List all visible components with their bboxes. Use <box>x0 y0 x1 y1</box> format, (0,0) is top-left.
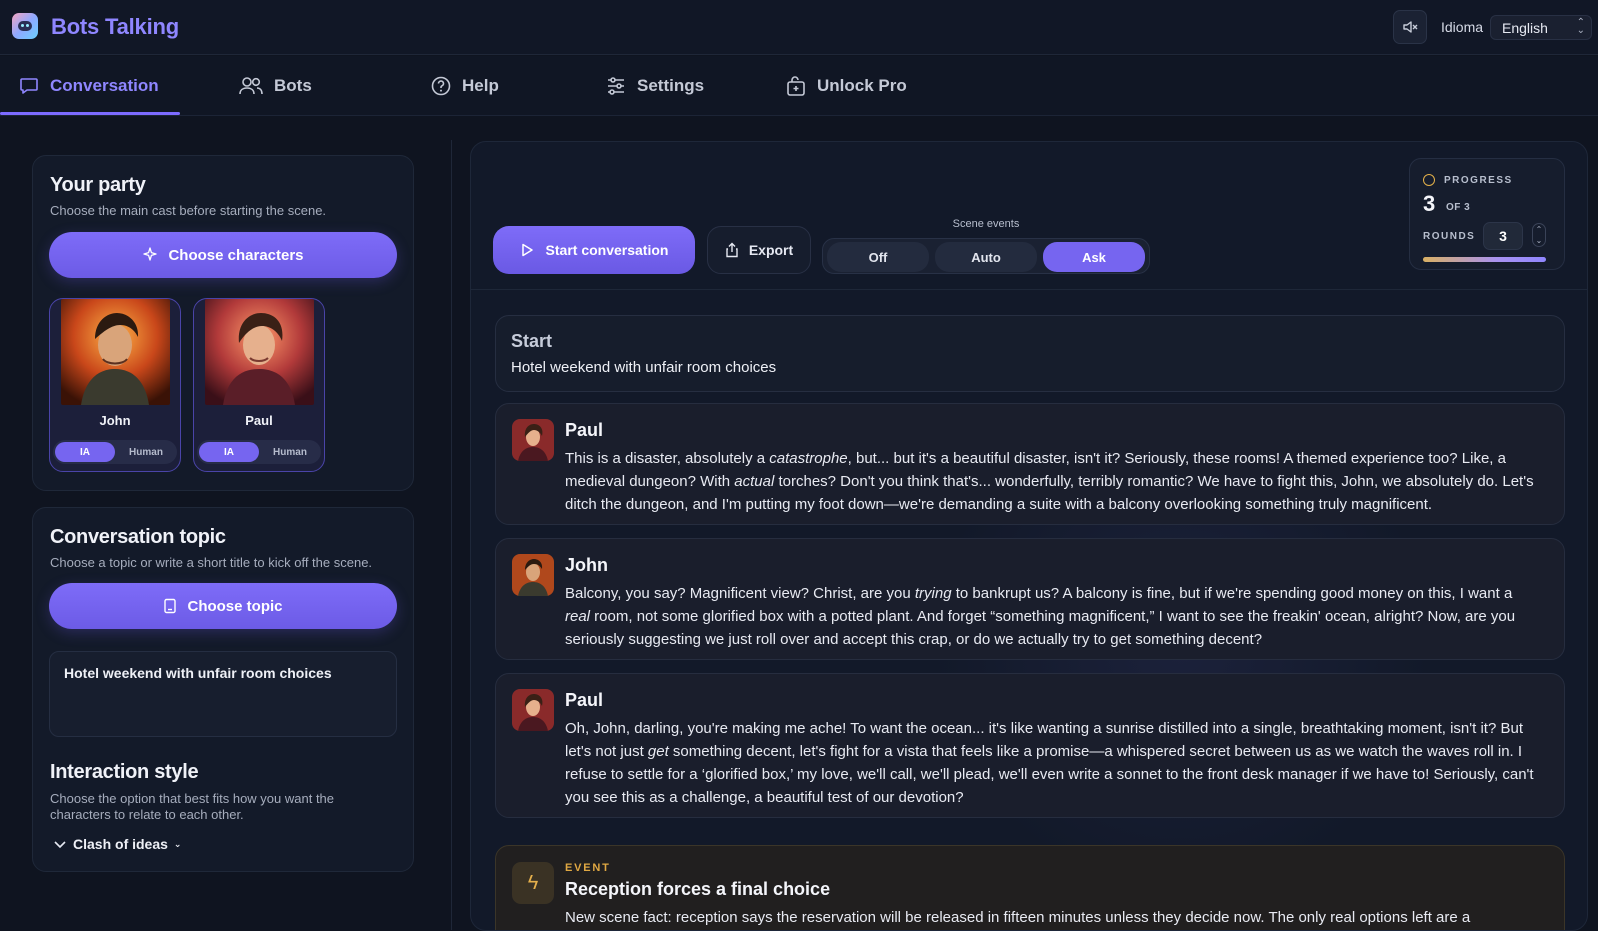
john-portrait <box>61 299 170 405</box>
event-text: New scene fact: reception says the reser… <box>565 909 1471 926</box>
tab-label: Unlock Pro <box>817 76 907 95</box>
character-card-john[interactable]: John IA Human <box>49 298 181 472</box>
progress-card: PROGRESS 3 OF 3 ROUNDS 3 ⌃ ⌄ <box>1409 158 1565 270</box>
paul-mode-human[interactable]: Human <box>261 442 319 462</box>
tab-label: Settings <box>637 76 705 95</box>
topic-title: Conversation topic <box>50 526 226 548</box>
paul-portrait <box>205 299 314 405</box>
message-card: John Balcony, you say? Magnificent view?… <box>495 538 1565 660</box>
sparkle-icon <box>143 247 158 261</box>
language-select[interactable]: English ⌃ ⌄ <box>1490 15 1592 40</box>
john-mode-human[interactable]: Human <box>117 442 175 462</box>
style-subtitle: Choose the option that best fits how you… <box>50 791 335 822</box>
interaction-style-value: Clash of ideas <box>73 836 168 852</box>
scene-events-toggle: Off Auto Ask <box>822 238 1150 274</box>
message-speaker: John <box>565 555 608 575</box>
event-card: ϟ EVENT Reception forces a final choice … <box>495 845 1565 930</box>
message-speaker: Paul <box>565 420 604 440</box>
active-tab-indicator <box>0 112 180 115</box>
tab-label: Conversation <box>50 76 159 95</box>
unlock-icon <box>787 76 805 96</box>
progress-title: PROGRESS <box>1444 175 1513 186</box>
choose-topic-button[interactable]: Choose topic <box>49 583 397 629</box>
topic-input[interactable]: Hotel weekend with unfair room choices <box>49 651 397 737</box>
main-tabs: Conversation Bots Help Settings Unlock P… <box>0 56 1598 116</box>
message-card: Paul This is a disaster, absolutely a ca… <box>495 403 1565 525</box>
rounds-input[interactable]: 3 <box>1483 222 1523 250</box>
scene-events-off[interactable]: Off <box>827 242 929 272</box>
event-tag: EVENT <box>565 862 611 874</box>
mute-button[interactable] <box>1393 10 1427 44</box>
help-circle-icon <box>431 76 451 96</box>
character-name: Paul <box>245 413 273 428</box>
start-conversation-button[interactable]: Start conversation <box>493 226 695 274</box>
topic-subtitle: Choose a topic or write a short title to… <box>50 555 373 570</box>
lightning-icon: ϟ <box>512 862 554 904</box>
toolbar-divider <box>471 289 1587 290</box>
choose-topic-label: Choose topic <box>187 597 283 615</box>
message-text: Balcony, you say? Magnificent view? Chri… <box>565 585 1516 648</box>
tab-help[interactable]: Help <box>430 56 499 116</box>
progress-total: OF 3 <box>1446 202 1471 213</box>
message-speaker: Paul <box>565 690 604 710</box>
rounds-stepper[interactable]: ⌃ ⌄ <box>1532 223 1546 247</box>
chat-bubble-icon <box>20 78 38 94</box>
start-text: Hotel weekend with unfair room choices <box>511 359 777 376</box>
paul-mode-ia[interactable]: IA <box>199 442 259 462</box>
tab-unlock-pro[interactable]: Unlock Pro <box>785 56 907 116</box>
language-label: Idioma <box>1441 19 1484 35</box>
conversation-panel: Start conversation Export Scene events O… <box>470 141 1588 931</box>
paul-avatar <box>512 419 554 461</box>
users-icon <box>239 77 263 95</box>
message-text: This is a disaster, absolutely a catastr… <box>565 450 1534 513</box>
export-label: Export <box>748 242 794 258</box>
party-title: Your party <box>50 174 146 196</box>
rounds-label: ROUNDS <box>1423 231 1476 242</box>
john-mode-toggle: IA Human <box>53 440 177 464</box>
panel-divider <box>451 140 452 930</box>
app-title: Bots Talking <box>51 14 179 39</box>
paul-avatar <box>512 689 554 731</box>
tab-settings[interactable]: Settings <box>605 56 704 116</box>
sliders-icon <box>608 77 624 95</box>
updown-chevron-icon: ⌃ ⌄ <box>1576 17 1585 36</box>
tab-conversation[interactable]: Conversation <box>18 56 159 116</box>
john-avatar <box>512 554 554 596</box>
interaction-style-select[interactable]: Clash of ideas ⌄ <box>53 836 181 852</box>
scene-events-auto[interactable]: Auto <box>935 242 1037 272</box>
progress-bar <box>1423 257 1546 262</box>
progress-current: 3 <box>1423 191 1436 216</box>
character-name: John <box>99 413 131 428</box>
app-logo-icon <box>12 13 38 39</box>
tab-label: Bots <box>274 76 312 95</box>
start-conversation-label: Start conversation <box>545 242 669 258</box>
share-icon <box>726 242 738 258</box>
party-subtitle: Choose the main cast before starting the… <box>50 203 327 218</box>
clock-icon <box>1423 174 1435 186</box>
tab-bots[interactable]: Bots <box>238 56 312 116</box>
choose-characters-label: Choose characters <box>168 246 304 264</box>
progress-bar-fill <box>1423 257 1546 262</box>
tab-label: Help <box>462 76 499 95</box>
message-card: Paul Oh, John, darling, you're making me… <box>495 673 1565 818</box>
language-value: English <box>1502 20 1548 36</box>
choose-characters-button[interactable]: Choose characters <box>49 232 397 278</box>
chevron-down-icon <box>54 841 66 849</box>
message-text: Oh, John, darling, you're making me ache… <box>565 720 1534 806</box>
style-title: Interaction style <box>50 761 199 783</box>
start-card: Start Hotel weekend with unfair room cho… <box>495 315 1565 392</box>
scene-events-ask[interactable]: Ask <box>1043 242 1145 272</box>
book-icon <box>164 598 177 614</box>
paul-mode-toggle: IA Human <box>197 440 321 464</box>
export-button[interactable]: Export <box>707 226 811 274</box>
start-heading: Start <box>511 331 553 351</box>
john-mode-ia[interactable]: IA <box>55 442 115 462</box>
small-chevron-icon: ⌄ <box>173 838 182 849</box>
play-icon <box>521 243 533 257</box>
top-bar: Bots Talking Idioma English ⌃ ⌄ <box>0 0 1598 55</box>
speaker-mute-icon <box>1403 21 1418 33</box>
scene-events-label: Scene events <box>952 218 1020 230</box>
event-heading: Reception forces a final choice <box>565 879 831 899</box>
character-card-paul[interactable]: Paul IA Human <box>193 298 325 472</box>
